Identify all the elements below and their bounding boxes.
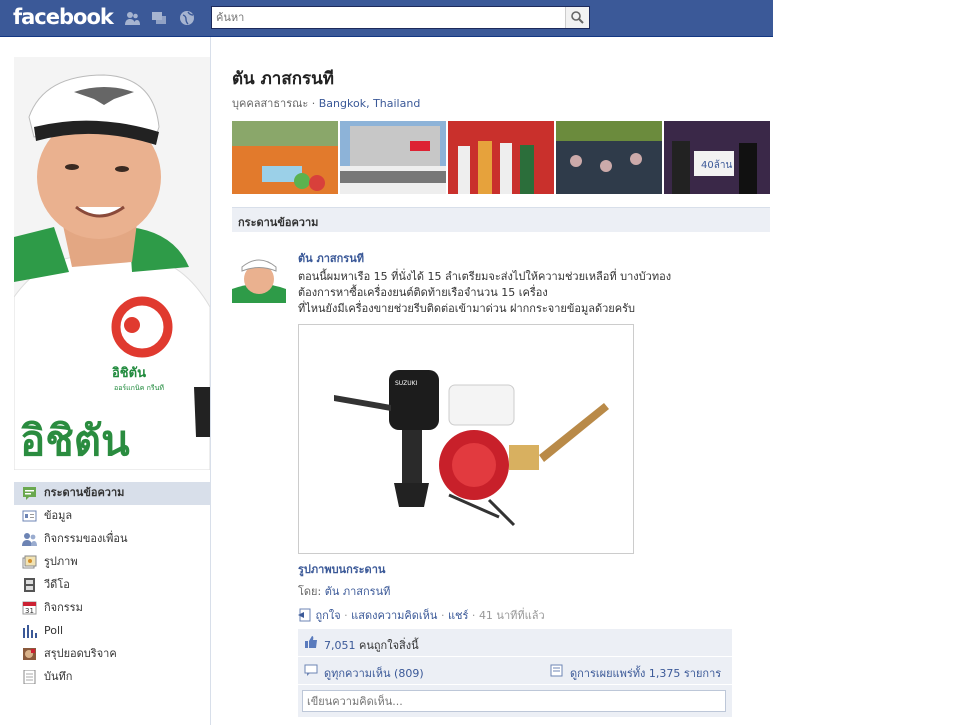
post-text-line: ตอนนี้ผมหาเรือ 15 ที่นั่งได้ 15 ลำเตรียม…: [298, 270, 672, 283]
post-attachment-photo[interactable]: SUZUKI: [298, 324, 634, 554]
separator: ·: [308, 97, 319, 110]
likes-count-link[interactable]: 7,051: [324, 639, 356, 652]
search-icon: [571, 11, 584, 24]
photo-strip: 40ล้าน: [232, 121, 770, 194]
friend-requests-icon[interactable]: [124, 10, 140, 26]
post-author-link[interactable]: ตัน ภาสกรนที: [298, 249, 768, 267]
brand-sub-text: ออร์แกนิค กรีนที: [114, 384, 164, 392]
nav-item-label: บันทึก: [44, 670, 73, 683]
post-avatar[interactable]: [232, 249, 286, 303]
photo-factory-group: [340, 121, 446, 194]
nav-item-label: Poll: [44, 624, 64, 637]
photos-icon: [22, 555, 37, 569]
nav-item-label: กระดานข้อความ: [44, 486, 125, 499]
nav-item-label: สรุปยอดบริจาค: [44, 647, 117, 660]
post-timestamp[interactable]: 41 นาทีที่แล้ว: [479, 609, 545, 622]
like-link[interactable]: ถูกใจ: [316, 609, 341, 622]
motor-brand-text: SUZUKI: [395, 380, 418, 387]
photo-large-crowd: [556, 121, 662, 194]
comment-link[interactable]: แสดงความคิดเห็น: [351, 609, 437, 622]
share-link[interactable]: แชร์: [448, 609, 468, 622]
likes-text: คนถูกใจสิ่งนี้: [355, 639, 419, 652]
top-bar: facebook: [0, 0, 773, 37]
comment-input[interactable]: [302, 690, 726, 712]
photo-thumbnail[interactable]: [232, 121, 338, 194]
calendar-icon: 31: [22, 601, 37, 615]
nav-item-friend-activity[interactable]: กิจกรรมของเพื่อน: [14, 528, 210, 551]
attachment-title-link[interactable]: รูปภาพบนกระดาน: [298, 560, 385, 578]
shares-icon: [550, 664, 563, 677]
facebook-logo[interactable]: facebook: [13, 5, 114, 29]
profile-category: บุคคลสาธารณะ: [232, 97, 309, 110]
view-all-comments-link[interactable]: ดูทุกความเห็น (809): [324, 664, 424, 682]
profile-photo-image: อิชิตัน ออร์แกนิค กรีนที อิชิตัน: [14, 57, 210, 470]
calendar-day-text: 31: [25, 607, 34, 615]
outboard-motor-image: SUZUKI: [299, 325, 633, 553]
post-actions: ถูกใจ · แสดงความคิดเห็น · แชร์ · 41 นาที…: [298, 606, 545, 624]
photo-thumbnail[interactable]: [340, 121, 446, 194]
by-label: โดย:: [298, 585, 325, 598]
post-text-line: ต้องการหาซื้อเครื่องยนต์ติดท้ายเรือจำนวน…: [298, 286, 548, 299]
nav-item-events[interactable]: 31 กิจกรรม: [14, 597, 210, 620]
nav-item-wall[interactable]: กระดานข้อความ: [14, 482, 210, 505]
by-name-link[interactable]: ตัน ภาสกรนที: [325, 585, 391, 598]
post-text-line: ที่ไหนยังมีเครื่องขายช่วยรีบติดต่อเข้ามา…: [298, 302, 635, 315]
comments-row: ดูทุกความเห็น (809) ดูการเผยแพร่ทั้ง 1,3…: [298, 657, 732, 685]
notifications-globe-icon[interactable]: [179, 10, 195, 26]
feedback-box: 7,051 คนถูกใจสิ่งนี้ ดูทุกความเห็น (809)…: [298, 629, 732, 717]
notes-icon: [23, 670, 36, 684]
search-button[interactable]: [565, 7, 589, 28]
nav-item-donations[interactable]: สรุปยอดบริจาค: [14, 643, 210, 666]
brand-text: อิชิตัน: [20, 416, 130, 465]
nav-item-label: รูปภาพ: [44, 555, 78, 568]
photo-crowd-orange: [232, 121, 338, 194]
wall-icon: [23, 487, 36, 500]
donation-icon: [23, 648, 36, 660]
likes-summary: 7,051 คนถูกใจสิ่งนี้: [324, 636, 419, 654]
photo-prize-stage: 40ล้าน: [664, 121, 770, 194]
comment-bubble-icon: [304, 664, 318, 676]
likes-row: 7,051 คนถูกใจสิ่งนี้: [298, 629, 732, 657]
photo-red-stage: [448, 121, 554, 194]
nav-item-label: วีดีโอ: [44, 578, 70, 591]
nav-item-label: กิจกรรม: [44, 601, 83, 614]
comment-box: [298, 685, 732, 717]
left-column: อิชิตัน ออร์แกนิค กรีนที อิชิตัน กระดานข…: [0, 37, 211, 725]
poll-icon: [23, 625, 37, 638]
left-nav: กระดานข้อความ ข้อมูล กิจกรรมของเพื่อน รู…: [14, 482, 210, 689]
nav-item-video[interactable]: วีดีโอ: [14, 574, 210, 597]
nav-item-label: กิจกรรมของเพื่อน: [44, 532, 128, 545]
nav-item-label: ข้อมูล: [44, 509, 73, 522]
photo-badge-text: 40ล้าน: [701, 159, 732, 171]
avatar-image: [232, 249, 286, 303]
profile-location-link[interactable]: Bangkok, Thailand: [319, 97, 421, 110]
nav-item-poll[interactable]: Poll: [14, 620, 210, 643]
photo-thumbnail[interactable]: [448, 121, 554, 194]
nav-item-notes[interactable]: บันทึก: [14, 666, 210, 689]
view-all-shares-link[interactable]: ดูการเผยแพร่ทั้ง 1,375 รายการ: [570, 664, 721, 682]
photo-thumbnail[interactable]: [556, 121, 662, 194]
attachment-byline: โดย: ตัน ภาสกรนที: [298, 582, 390, 600]
messages-icon[interactable]: [151, 10, 167, 26]
profile-subtitle: บุคคลสาธารณะ · Bangkok, Thailand: [232, 94, 420, 112]
thumbs-up-icon: [305, 636, 317, 648]
nav-item-info[interactable]: ข้อมูล: [14, 505, 210, 528]
post-text: ตอนนี้ผมหาเรือ 15 ที่นั่งได้ 15 ลำเตรียม…: [298, 269, 768, 317]
nav-item-photos[interactable]: รูปภาพ: [14, 551, 210, 574]
page-title: ตัน ภาสกรนที: [232, 69, 334, 89]
wall-tab-label: กระดานข้อความ: [238, 216, 319, 229]
photo-thumbnail[interactable]: 40ล้าน: [664, 121, 770, 194]
search-input[interactable]: [212, 7, 560, 28]
wall-tab: กระดานข้อความ: [232, 207, 770, 232]
wall-post: ตัน ภาสกรนที ตอนนี้ผมหาเรือ 15 ที่นั่งได…: [298, 249, 768, 717]
info-icon: [22, 510, 37, 522]
profile-picture[interactable]: อิชิตัน ออร์แกนิค กรีนที อิชิตัน: [14, 57, 210, 470]
share-post-icon: [298, 608, 311, 622]
brand-small-text: อิชิตัน: [112, 366, 146, 381]
video-icon: [24, 578, 35, 592]
friends-icon: [22, 533, 37, 546]
search-box: [211, 6, 590, 29]
